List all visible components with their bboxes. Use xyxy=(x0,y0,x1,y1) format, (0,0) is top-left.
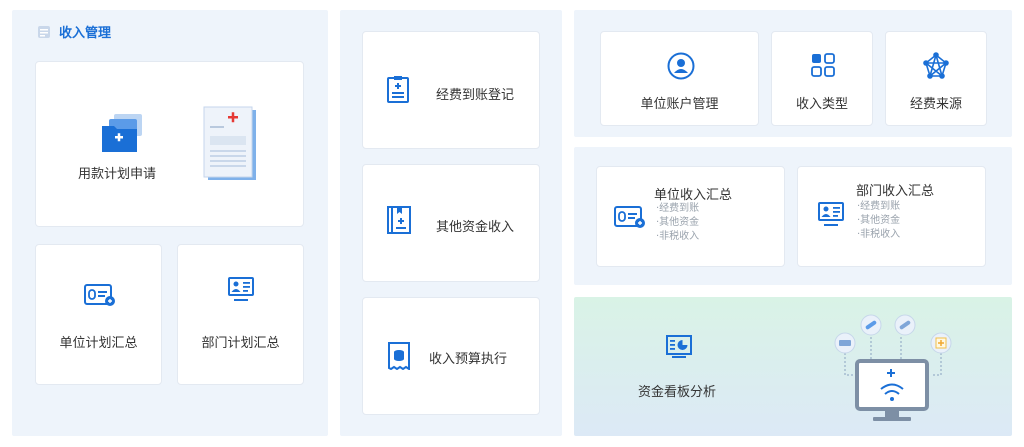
unit-income-summary-card[interactable]: 单位收入汇总 ·经费到账 ·其他资金 ·非税收入 xyxy=(596,166,785,267)
dept-income-summary-label: 部门收入汇总 xyxy=(856,184,935,199)
arrival-card[interactable]: 经费到账登记 xyxy=(362,31,540,149)
id-card-icon xyxy=(614,206,645,228)
clipboard-plus-icon xyxy=(387,76,409,103)
folder-plus-icon xyxy=(102,114,142,152)
other-income-label: 其他资金收入 xyxy=(436,220,515,235)
summary-item: ·其他资金 xyxy=(857,215,901,226)
dept-plan-card[interactable]: 部门计划汇总 xyxy=(177,244,304,385)
section-header: 收入管理 xyxy=(37,22,111,41)
book-plus-icon xyxy=(387,206,411,234)
fund-sources-label: 经费来源 xyxy=(909,97,962,112)
dept-income-summary-list: ·经费到账 ·其他资金 ·非税收入 xyxy=(857,200,900,242)
summary-item: ·非税收入 xyxy=(656,231,700,242)
receipt-coin-icon xyxy=(388,342,410,370)
unit-plan-card[interactable]: 单位计划汇总 xyxy=(35,244,162,385)
summary-item: ·其他资金 xyxy=(656,217,700,228)
budget-exec-card[interactable]: 收入预算执行 xyxy=(362,297,540,415)
grid-icon xyxy=(811,53,835,77)
database-icon xyxy=(38,25,50,38)
dashboard-card[interactable]: 资金看板分析 xyxy=(574,297,1012,436)
income-types-card[interactable]: 收入类型 xyxy=(771,31,873,126)
chart-board-icon xyxy=(666,335,692,358)
monitor-user-icon xyxy=(228,277,254,301)
summary-item: ·经费到账 xyxy=(656,203,700,214)
document-cross-illustration xyxy=(203,106,256,180)
summary-item: ·非税收入 xyxy=(857,229,901,240)
user-circle-icon xyxy=(667,52,695,80)
account-mgmt-card[interactable]: 单位账户管理 xyxy=(600,31,759,126)
unit-income-summary-list: ·经费到账 ·其他资金 ·非税收入 xyxy=(656,202,699,244)
income-types-label: 收入类型 xyxy=(795,97,848,112)
fund-sources-card[interactable]: 经费来源 xyxy=(885,31,987,126)
budget-exec-label: 收入预算执行 xyxy=(429,352,508,367)
dept-plan-label: 部门计划汇总 xyxy=(201,336,280,351)
unit-income-summary-label: 单位收入汇总 xyxy=(654,188,733,203)
dashboard-label: 资金看板分析 xyxy=(638,385,717,400)
id-card-icon xyxy=(84,284,115,306)
unit-plan-label: 单位计划汇总 xyxy=(59,336,138,351)
monitor-user-icon xyxy=(818,202,844,226)
section-title: 收入管理 xyxy=(59,26,112,41)
summary-item: ·经费到账 xyxy=(857,201,901,212)
account-mgmt-label: 单位账户管理 xyxy=(640,97,719,112)
network-icon xyxy=(923,52,949,79)
apply-plan-card[interactable]: 用款计划申请 xyxy=(35,61,304,227)
monitor-wifi-illustration xyxy=(834,314,952,421)
apply-plan-label: 用款计划申请 xyxy=(78,167,157,182)
arrival-label: 经费到账登记 xyxy=(436,88,515,103)
other-income-card[interactable]: 其他资金收入 xyxy=(362,164,540,282)
dept-income-summary-card[interactable]: 部门收入汇总 ·经费到账 ·其他资金 ·非税收入 xyxy=(797,166,986,267)
